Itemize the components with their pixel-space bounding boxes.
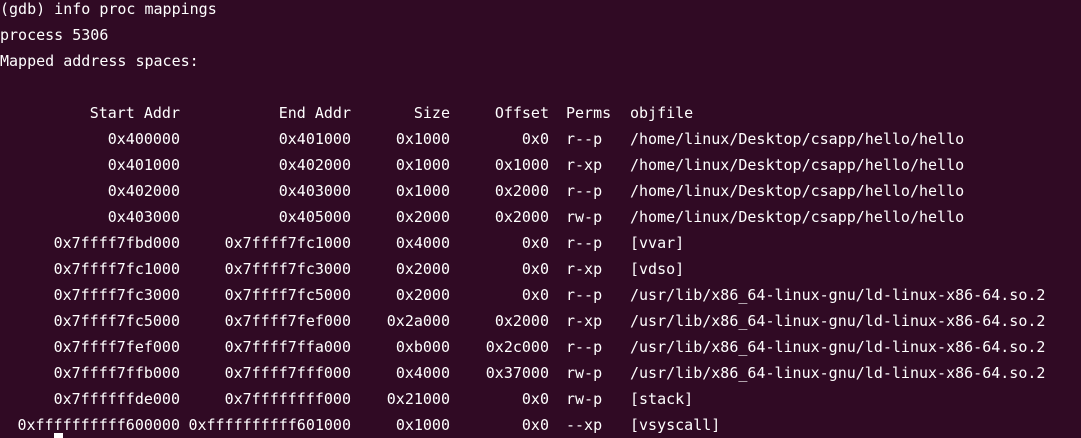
row-size: 0x4000 <box>395 234 450 252</box>
header-offset: Offset <box>494 104 549 122</box>
row-offset: 0x0 <box>521 234 549 252</box>
mapped-address-spaces-line: Mapped address spaces: <box>0 52 199 70</box>
row-perms: rw-p <box>566 390 603 408</box>
row-start-addr: 0x7ffff7fef000 <box>53 338 180 356</box>
row-objfile: [vsyscall] <box>630 416 721 434</box>
row-offset: 0x0 <box>521 130 549 148</box>
row-objfile: [vvar] <box>630 234 685 252</box>
header-perms: Perms <box>566 104 612 122</box>
row-end-addr: 0x7ffffffff000 <box>224 390 351 408</box>
row-perms: r-xp <box>566 260 603 278</box>
row-start-addr: 0x7ffff7fc3000 <box>53 286 180 304</box>
row-size: 0x21000 <box>386 390 450 408</box>
row-size: 0x4000 <box>395 364 450 382</box>
row-size: 0x2a000 <box>386 312 450 330</box>
row-end-addr: 0xffffffffff601000 <box>188 416 351 434</box>
row-offset: 0x0 <box>521 260 549 278</box>
row-offset: 0x0 <box>521 286 549 304</box>
row-end-addr: 0x7ffff7fc3000 <box>224 260 351 278</box>
row-start-addr: 0x7ffff7ffb000 <box>53 364 180 382</box>
row-offset: 0x1000 <box>494 156 549 174</box>
row-size: 0x2000 <box>395 260 450 278</box>
gdb-command-line: (gdb) info proc mappings <box>0 0 217 18</box>
header-end-addr: End Addr <box>278 104 351 122</box>
row-objfile: [stack] <box>630 390 694 408</box>
row-size: 0x1000 <box>395 182 450 200</box>
row-end-addr: 0x403000 <box>278 182 351 200</box>
row-offset: 0x2000 <box>494 182 549 200</box>
mapping-row: 0x7ffff7fef000 0x7ffff7ffa000 0xb000 0x2c00… <box>0 334 1081 360</box>
row-size: 0xb000 <box>395 338 450 356</box>
row-objfile: [vdso] <box>630 260 685 278</box>
mapping-row: 0x402000 0x403000 0x1000 0x2000 r--p/home/li… <box>0 178 1081 204</box>
header-start-addr: Start Addr <box>89 104 180 122</box>
row-end-addr: 0x7ffff7fc1000 <box>224 234 351 252</box>
mapping-row: 0x403000 0x405000 0x2000 0x2000 rw-p/home/li… <box>0 204 1081 230</box>
row-offset: 0x37000 <box>485 364 549 382</box>
process-line: process 5306 <box>0 26 109 44</box>
row-objfile: /usr/lib/x86_64-linux-gnu/ld-linux-x86-6… <box>630 338 1046 356</box>
row-offset: 0x2c000 <box>485 338 549 356</box>
row-objfile: /usr/lib/x86_64-linux-gnu/ld-linux-x86-6… <box>630 286 1046 304</box>
row-end-addr: 0x7ffff7fc5000 <box>224 286 351 304</box>
row-offset: 0x0 <box>521 416 549 434</box>
row-offset: 0x2000 <box>494 312 549 330</box>
mapping-row: 0x400000 0x401000 0x1000 0x0 r--p/home/linux… <box>0 126 1081 152</box>
row-objfile: /home/linux/Desktop/csapp/hello/hello <box>630 156 965 174</box>
row-start-addr: 0x7ffff7fc1000 <box>53 260 180 278</box>
mapping-row: 0x7ffff7ffb000 0x7ffff7fff000 0x4000 0x3700… <box>0 360 1081 386</box>
row-end-addr: 0x401000 <box>278 130 351 148</box>
row-perms: r-xp <box>566 312 603 330</box>
mapping-row: 0x7ffff7fc1000 0x7ffff7fc3000 0x2000 0x0 r-x… <box>0 256 1081 282</box>
row-end-addr: 0x405000 <box>278 208 351 226</box>
row-end-addr: 0x7ffff7fff000 <box>224 364 351 382</box>
row-perms: r--p <box>566 182 603 200</box>
row-objfile: /usr/lib/x86_64-linux-gnu/ld-linux-x86-6… <box>630 312 1046 330</box>
terminal-cursor <box>54 433 63 438</box>
row-perms: r--p <box>566 130 603 148</box>
row-start-addr: 0x403000 <box>107 208 180 226</box>
row-perms: r--p <box>566 338 603 356</box>
terminal-window[interactable]: (gdb) info proc mappings process 5306 Ma… <box>0 0 1081 438</box>
header-size: Size <box>413 104 450 122</box>
mapping-row: 0x7ffff7fc5000 0x7ffff7fef000 0x2a000 0x200… <box>0 308 1081 334</box>
mappings-header-row: Start Addr End Addr Size Offset Perms ob… <box>0 100 1081 126</box>
row-perms: r-xp <box>566 156 603 174</box>
mapping-row: 0xffffffffff600000 0xffffffffff601000 0x10… <box>0 412 1081 438</box>
row-objfile: /home/linux/Desktop/csapp/hello/hello <box>630 208 965 226</box>
row-size: 0x2000 <box>395 286 450 304</box>
row-size: 0x1000 <box>395 416 450 434</box>
row-size: 0x1000 <box>395 130 450 148</box>
row-start-addr: 0x401000 <box>107 156 180 174</box>
row-end-addr: 0x7ffff7ffa000 <box>224 338 351 356</box>
row-start-addr: 0x7ffff7fc5000 <box>53 312 180 330</box>
row-perms: r--p <box>566 286 603 304</box>
row-end-addr: 0x402000 <box>278 156 351 174</box>
row-objfile: /usr/lib/x86_64-linux-gnu/ld-linux-x86-6… <box>630 364 1046 382</box>
row-start-addr: 0x7ffffffde000 <box>53 390 180 408</box>
row-perms: rw-p <box>566 208 603 226</box>
row-start-addr: 0xffffffffff600000 <box>17 416 180 434</box>
row-start-addr: 0x402000 <box>107 182 180 200</box>
row-offset: 0x0 <box>521 390 549 408</box>
row-start-addr: 0x400000 <box>107 130 180 148</box>
row-size: 0x1000 <box>395 156 450 174</box>
row-size: 0x2000 <box>395 208 450 226</box>
mapping-row: 0x401000 0x402000 0x1000 0x1000 r-xp/home/li… <box>0 152 1081 178</box>
row-perms: --xp <box>566 416 603 434</box>
row-end-addr: 0x7ffff7fef000 <box>224 312 351 330</box>
row-offset: 0x2000 <box>494 208 549 226</box>
row-objfile: /home/linux/Desktop/csapp/hello/hello <box>630 182 965 200</box>
row-start-addr: 0x7ffff7fbd000 <box>53 234 180 252</box>
mapping-row: 0x7ffffffde000 0x7ffffffff000 0x21000 0x0 rw… <box>0 386 1081 412</box>
mapping-row: 0x7ffff7fc3000 0x7ffff7fc5000 0x2000 0x0 r--… <box>0 282 1081 308</box>
row-perms: rw-p <box>566 364 603 382</box>
mapping-row: 0x7ffff7fbd000 0x7ffff7fc1000 0x4000 0x0 r--… <box>0 230 1081 256</box>
row-perms: r--p <box>566 234 603 252</box>
row-objfile: /home/linux/Desktop/csapp/hello/hello <box>630 130 965 148</box>
header-objfile: objfile <box>630 104 694 122</box>
